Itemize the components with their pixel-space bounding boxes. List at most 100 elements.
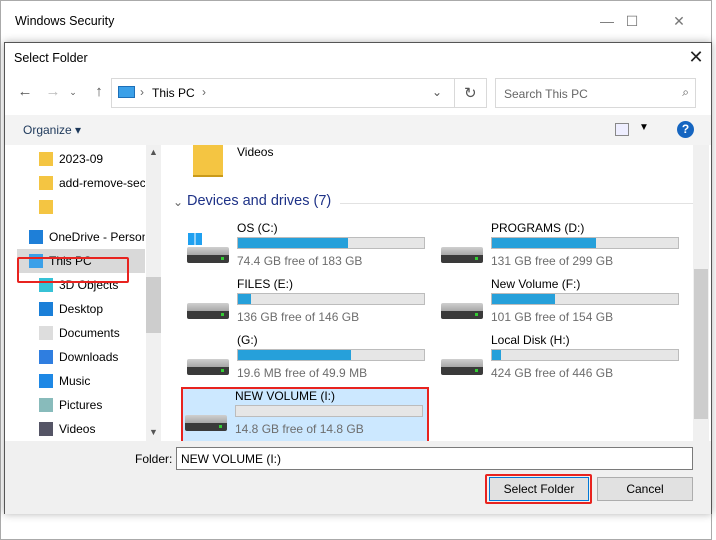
drive-item[interactable]: Local Disk (H:) 424 GB free of 446 GB — [439, 333, 689, 387]
folder-label: Folder: — [135, 452, 173, 466]
drive-usage-bar — [237, 349, 425, 361]
forward-button[interactable]: → — [43, 81, 63, 103]
drive-usage-bar — [237, 237, 425, 249]
refresh-icon[interactable]: ↻ — [464, 84, 477, 102]
pictures-icon — [39, 398, 53, 412]
search-icon: ⌕ — [682, 85, 689, 99]
organize-button[interactable]: Organize ▾ — [23, 123, 81, 137]
onedrive-icon — [29, 230, 43, 244]
nav-item[interactable]: Desktop — [5, 297, 145, 321]
up-button[interactable]: ↑ — [89, 81, 109, 103]
hard-drive-icon — [187, 353, 231, 377]
videos-icon — [39, 422, 53, 436]
drive-name: OS (C:) — [237, 221, 278, 235]
collapse-icon[interactable]: ⌄ — [173, 195, 183, 209]
section-title: Devices and drives (7) — [187, 193, 332, 209]
documents-icon — [39, 326, 53, 340]
search-placeholder: Search This PC — [504, 87, 588, 101]
videos-folder-icon — [193, 145, 223, 177]
drive-free-space: 101 GB free of 154 GB — [491, 310, 614, 324]
breadcrumb-this-pc[interactable]: This PC — [152, 86, 195, 100]
nav-item-label: 2023-09 — [59, 152, 104, 166]
dialog-title: Select Folder — [14, 51, 88, 65]
folder-input[interactable]: NEW VOLUME (I:) — [176, 447, 693, 470]
nav-item-label: Pictures — [59, 398, 103, 412]
nav-item-label: Music — [59, 374, 91, 388]
dialog-footer: Folder: NEW VOLUME (I:) Select Folder Ca… — [5, 441, 711, 514]
recent-dropdown[interactable]: ⌄ — [63, 81, 83, 103]
drive-name: New Volume (F:) — [491, 277, 581, 291]
drive-usage-fill — [492, 238, 597, 248]
hard-drive-icon — [441, 297, 485, 321]
view-dropdown-icon[interactable]: ▼ — [639, 122, 649, 133]
cancel-button[interactable]: Cancel — [597, 477, 693, 501]
drive-free-space: 424 GB free of 446 GB — [491, 366, 614, 380]
drive-name: NEW VOLUME (I:) — [235, 389, 336, 403]
nav-item[interactable]: Downloads — [5, 345, 145, 369]
back-button[interactable]: ← — [15, 81, 35, 103]
drive-free-space: 19.6 MB free of 49.9 MB — [237, 366, 368, 380]
navigation-pane: 2023-09 add-remove-sec OneDrive - Personal… — [5, 145, 161, 441]
nav-item[interactable]: Videos — [5, 417, 145, 441]
help-icon[interactable]: ? — [677, 121, 694, 138]
drive-name: PROGRAMS (D:) — [491, 221, 585, 235]
content-scrollbar-thumb[interactable] — [694, 269, 708, 419]
computer-icon — [118, 86, 135, 98]
downloads-icon — [39, 350, 53, 364]
drive-usage-fill — [238, 350, 352, 360]
drive-free-space: 136 GB free of 146 GB — [237, 310, 360, 324]
windows-logo-icon — [188, 233, 202, 245]
folder-icon — [39, 152, 53, 166]
drive-item[interactable]: NEW VOLUME (I:) 14.8 GB free of 14.8 GB — [181, 387, 429, 441]
drive-item[interactable]: (G:) 19.6 MB free of 49.9 MB — [185, 333, 435, 387]
nav-scrollbar-thumb[interactable] — [146, 277, 161, 333]
drive-usage-bar — [237, 293, 425, 305]
drive-usage-fill — [238, 294, 252, 304]
drive-usage-fill — [238, 238, 348, 248]
drive-usage-fill — [492, 350, 502, 360]
nav-item-label: Videos — [59, 422, 96, 436]
highlight-select-folder — [485, 474, 592, 504]
videos-folder-label[interactable]: Videos — [237, 145, 273, 159]
content-scrollbar[interactable] — [693, 145, 709, 441]
drive-free-space: 131 GB free of 299 GB — [491, 254, 614, 268]
folder-icon — [39, 176, 53, 190]
nav-item[interactable]: Music — [5, 369, 145, 393]
music-icon — [39, 374, 53, 388]
dialog-close-button[interactable]: ✕ — [683, 45, 709, 69]
drive-item[interactable]: OS (C:) 74.4 GB free of 183 GB — [185, 221, 435, 275]
nav-item[interactable]: Pictures — [5, 393, 145, 417]
view-options-icon[interactable] — [615, 123, 629, 136]
nav-item[interactable] — [5, 195, 145, 219]
toolbar: Organize ▾ ▼ ? — [5, 115, 711, 145]
address-dropdown-icon[interactable]: ⌄ — [432, 85, 442, 99]
content-pane: Videos ⌄ Devices and drives (7) OS (C:) 7… — [165, 145, 711, 441]
drive-item[interactable]: PROGRAMS (D:) 131 GB free of 299 GB — [439, 221, 689, 275]
desktop-icon — [39, 302, 53, 316]
select-folder-dialog: Select Folder ✕ ← → ⌄ ↑ › This PC › ⌄ ↻ … — [4, 42, 712, 514]
drive-item[interactable]: FILES (E:) 136 GB free of 146 GB — [185, 277, 435, 331]
maximize-button[interactable]: ☐ — [617, 9, 647, 33]
hard-drive-icon — [441, 353, 485, 377]
search-input[interactable]: Search This PC ⌕ — [495, 78, 696, 108]
nav-item-label: Documents — [59, 326, 120, 340]
window-title: Windows Security — [15, 14, 115, 28]
address-bar[interactable]: › This PC › ⌄ ↻ — [111, 78, 487, 108]
folder-icon — [39, 200, 53, 214]
hard-drive-icon — [185, 409, 229, 433]
nav-item[interactable]: Documents — [5, 321, 145, 345]
nav-item-label: Downloads — [59, 350, 119, 364]
nav-item-label: Desktop — [59, 302, 104, 316]
hard-drive-icon — [441, 241, 485, 265]
close-button[interactable]: ✕ — [664, 9, 694, 33]
nav-scrollbar[interactable]: ▲ ▼ — [146, 145, 161, 441]
drive-usage-fill — [492, 294, 556, 304]
nav-item[interactable]: add-remove-sec — [5, 171, 145, 195]
nav-item[interactable]: OneDrive - Personal — [5, 225, 145, 249]
nav-item-label: OneDrive - Personal — [49, 230, 145, 244]
nav-item[interactable]: 2023-09 — [5, 147, 145, 171]
drive-name: FILES (E:) — [237, 277, 294, 291]
drive-free-space: 74.4 GB free of 183 GB — [237, 254, 363, 268]
drive-name: Local Disk (H:) — [491, 333, 570, 347]
drive-item[interactable]: New Volume (F:) 101 GB free of 154 GB — [439, 277, 689, 331]
